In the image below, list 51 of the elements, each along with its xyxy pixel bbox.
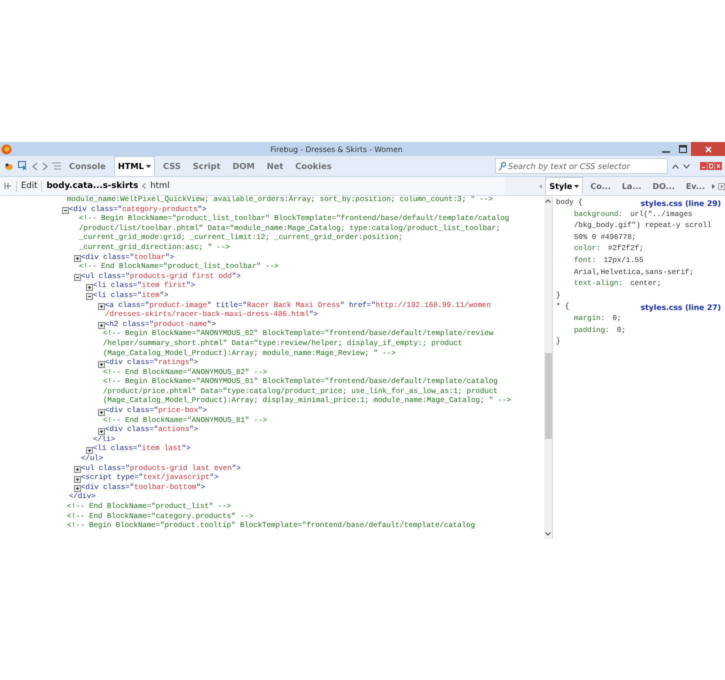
edit-button[interactable]: Edit (21, 181, 38, 191)
side-panel-tab[interactable]: La... (618, 177, 646, 195)
expand-icon[interactable] (74, 466, 81, 474)
expand-icon[interactable] (86, 284, 93, 291)
panel-tab[interactable]: Script (188, 156, 225, 176)
expand-icon[interactable] (86, 446, 93, 454)
panel-tab[interactable]: Net (262, 156, 288, 176)
back-icon[interactable] (32, 162, 38, 170)
panel-menu-icon[interactable] (718, 182, 725, 190)
layout-icon[interactable] (4, 182, 12, 190)
panel-tab[interactable]: Cookies (291, 156, 336, 176)
expand-icon[interactable] (74, 255, 81, 262)
expand-icon[interactable] (98, 322, 105, 330)
scroll-up-icon[interactable] (545, 199, 551, 203)
search-field[interactable]: Search by text or CSS selector (495, 158, 668, 174)
panel-tab[interactable]: CSS (158, 156, 185, 176)
panel-tab[interactable]: HTML (114, 156, 155, 176)
side-panel-tab[interactable]: Style (545, 177, 584, 195)
close-icon (704, 146, 712, 152)
side-panel-tab[interactable]: Ev... (682, 177, 709, 195)
caret-icon (146, 164, 151, 168)
chevron-left-icon (142, 183, 146, 189)
side-panel-tab[interactable]: DO... (648, 177, 679, 195)
panel-tab[interactable]: DOM (228, 156, 259, 176)
close-button[interactable] (691, 142, 725, 156)
expand-icon[interactable] (74, 485, 81, 492)
expand-icon[interactable] (98, 428, 105, 435)
breadcrumb-item[interactable]: html (150, 181, 170, 191)
forward-icon[interactable] (42, 162, 48, 170)
inspect-icon[interactable] (18, 161, 28, 171)
scrollbar[interactable] (544, 196, 552, 539)
search-icon (499, 162, 506, 170)
expand-icon[interactable] (74, 476, 81, 483)
expand-icon[interactable] (98, 360, 105, 368)
caret-icon (574, 184, 580, 188)
firebug-window-controls-icon[interactable] (700, 162, 722, 170)
maximize-icon (678, 145, 686, 153)
expand-icon[interactable] (98, 408, 105, 416)
side-panel-tab[interactable]: Co... (586, 177, 615, 195)
scroll-right-icon[interactable] (712, 184, 715, 188)
collapse-icon[interactable] (86, 293, 93, 300)
bug-icon[interactable] (4, 162, 14, 170)
collapse-icon[interactable] (62, 207, 69, 214)
scroll-down-icon[interactable] (545, 532, 551, 536)
next-match-icon[interactable] (683, 164, 690, 168)
browser-logo-icon (1, 144, 12, 154)
breadcrumb-item[interactable]: body.cata...s-skirts (46, 181, 138, 191)
panel-tab[interactable]: Console (65, 156, 110, 176)
previous-match-icon[interactable] (672, 164, 679, 168)
expand-icon[interactable] (98, 303, 105, 310)
collapse-icon[interactable] (74, 274, 81, 282)
